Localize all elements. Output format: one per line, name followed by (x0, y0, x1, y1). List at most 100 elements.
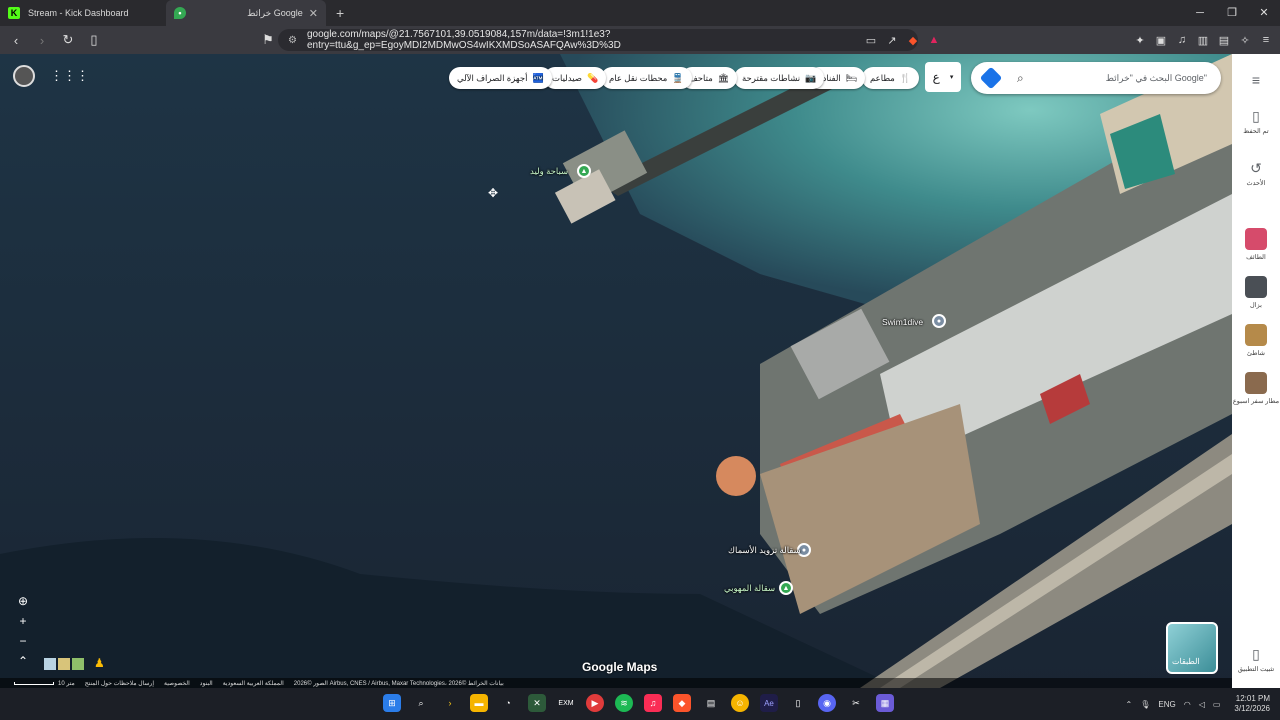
start-icon[interactable]: ⊞ (383, 694, 401, 712)
windows-taskbar: ⊞ ⌕ › ▬ ◔ ✕ EXM ▶ ≋ ♫ ◆ ▤ ☺ Ae ▯ ◉ ✂ ▦ ⌃… (0, 688, 1280, 720)
chip-atms[interactable]: أجهزة الصراف الآلي 🏧 (449, 67, 552, 89)
language-selector[interactable]: ع ▾ (925, 62, 961, 92)
recent-place-2[interactable]: بزال (1232, 276, 1280, 309)
emoji-app-icon[interactable]: ☺ (731, 694, 749, 712)
place-label[interactable]: سباحة وليد (530, 166, 568, 177)
leo-ai-icon[interactable]: ✧ (1239, 34, 1251, 47)
language-indicator[interactable]: ENG (1158, 700, 1175, 709)
menu-button[interactable]: ≡ (1232, 72, 1280, 90)
traffic-thumb[interactable] (58, 658, 70, 670)
menu-icon[interactable]: ≡ (1260, 34, 1272, 46)
region-link[interactable]: المملكة العربية السعودية (223, 680, 284, 687)
chip-transit[interactable]: محطات نقل عام 🚆 (601, 67, 692, 89)
discord-icon[interactable]: ◉ (818, 694, 836, 712)
forward-button[interactable]: › (32, 33, 52, 48)
recent-place-3[interactable]: شاطئ (1232, 324, 1280, 357)
maps-search-box[interactable]: ⌕ البحث في "خرائط Google" (971, 62, 1221, 94)
sidebar-toggle-button[interactable]: ▯ (84, 32, 104, 48)
volume-icon[interactable]: ◁ (1199, 700, 1205, 709)
search-icon[interactable]: ⌕ (412, 694, 430, 712)
capcut-icon[interactable]: ✂ (847, 694, 865, 712)
music-icon[interactable]: ♫ (1176, 34, 1188, 46)
terms-link[interactable]: البنود (200, 680, 213, 687)
reload-button[interactable]: ↻ (58, 32, 78, 48)
brave-rewards-icon[interactable]: ▲ (928, 34, 940, 46)
wallet-crypto-icon[interactable]: ▤ (1218, 34, 1230, 47)
photos-icon[interactable]: ▦ (876, 694, 894, 712)
chevron-up-icon[interactable]: ⌃ (1126, 700, 1133, 709)
brave-shields-icon[interactable]: ◆ (907, 34, 919, 47)
tab-kick-dashboard[interactable]: K Stream - Kick Dashboard (0, 0, 160, 26)
exm-icon[interactable]: EXM (557, 694, 575, 712)
feedback-link[interactable]: إرسال ملاحظات حول المنتج (85, 680, 154, 687)
xbox-icon[interactable]: ✕ (528, 694, 546, 712)
atm-icon: 🏧 (532, 72, 544, 83)
directions-icon[interactable] (979, 66, 1003, 90)
recent-place-1[interactable]: الطائف (1232, 228, 1280, 261)
recent-place-4[interactable]: مطار سفر اسبوع (1232, 372, 1280, 405)
brave-browser-icon[interactable]: ◆ (673, 694, 691, 712)
chip-pharmacies[interactable]: صيدليات 💊 (544, 67, 607, 89)
my-location-icon[interactable]: ⊕ (18, 594, 28, 608)
maximize-button[interactable]: ❐ (1216, 0, 1248, 26)
file-explorer-icon[interactable]: ▬ (470, 694, 488, 712)
expand-icon[interactable]: ⌃ (18, 654, 28, 668)
pegman-icon[interactable]: ♟ (94, 656, 105, 670)
layer-thumbnails[interactable] (44, 658, 84, 670)
clock[interactable]: 12:01 PM 3/12/2026 (1234, 694, 1270, 714)
sidebar-icon[interactable]: ▥ (1197, 34, 1209, 47)
layers-button[interactable] (1166, 622, 1218, 674)
bookmark-icon[interactable]: ⚑ (258, 32, 278, 48)
wifi-icon[interactable]: ◠ (1184, 700, 1191, 709)
scale-bar[interactable]: 10 متر (14, 680, 75, 687)
apps-grid-icon[interactable]: ⋮⋮⋮ (50, 68, 89, 84)
apple-music-icon[interactable]: ♫ (644, 694, 662, 712)
place-pin-icon[interactable]: ▲ (779, 581, 793, 595)
microphone-icon[interactable]: 🎙 (1140, 700, 1150, 709)
search-input[interactable]: البحث في "خرائط Google" (1106, 73, 1207, 84)
share-icon[interactable]: ↗ (886, 34, 898, 47)
minimize-button[interactable]: ─ (1184, 0, 1216, 26)
transit-thumb[interactable] (72, 658, 84, 670)
new-tab-button[interactable]: + (336, 5, 344, 21)
place-label[interactable]: سقالة المهوبي (724, 583, 775, 594)
close-tab-icon[interactable]: ✕ (309, 7, 318, 20)
spotify-icon[interactable]: ≋ (615, 694, 633, 712)
recents-button[interactable]: ↺ الأحدث (1232, 160, 1280, 187)
after-effects-icon[interactable]: Ae (760, 694, 778, 712)
notepad-icon[interactable]: ▯ (789, 694, 807, 712)
terminal-icon[interactable]: › (441, 694, 459, 712)
extensions-icon[interactable]: ✦ (1134, 34, 1146, 47)
chip-restaurants[interactable]: مطاعم 🍴 (862, 67, 920, 89)
satellite-map[interactable]: ⋮⋮⋮ ▲ سباحة وليد ● Swim1dive ● سقالة تزو… (0, 54, 1232, 688)
avatar[interactable] (13, 65, 35, 87)
media-player-icon[interactable]: ▶ (586, 694, 604, 712)
bookmark-icon: ▯ (1252, 108, 1260, 124)
maps-side-panel: ≡ ▯ تم الحفظ ↺ الأحدث الطائف بزال شاطئ مطا… (1232, 54, 1280, 688)
search-icon[interactable]: ⌕ (1017, 71, 1024, 86)
chip-things-to-do[interactable]: نشاطات مقترحة 📷 (734, 67, 825, 89)
install-app-button[interactable]: ▯ تثبيت التطبيق (1232, 646, 1280, 673)
wallet-icon[interactable]: ▣ (1155, 34, 1167, 47)
place-label[interactable]: Swim1dive (882, 317, 923, 327)
media-icon[interactable]: ▤ (702, 694, 720, 712)
saved-button[interactable]: ▯ تم الحفظ (1232, 108, 1280, 135)
privacy-link[interactable]: الخصوصية (164, 680, 190, 687)
place-thumbnail (1245, 228, 1267, 250)
terrain-thumb[interactable] (44, 658, 56, 670)
zoom-out-button[interactable]: − (19, 634, 26, 648)
close-window-button[interactable]: ✕ (1248, 0, 1280, 26)
bed-icon: 🛏 (845, 72, 858, 83)
cast-icon[interactable]: ▭ (865, 34, 877, 47)
zoom-in-button[interactable]: + (19, 614, 26, 628)
battery-icon[interactable]: ▭ (1213, 700, 1221, 709)
place-pin-icon[interactable]: ▲ (577, 164, 591, 178)
place-label[interactable]: سقالة تزويد الأسماك (728, 545, 801, 556)
site-settings-icon[interactable]: ⚙ (288, 35, 297, 46)
place-pin-icon[interactable]: ● (932, 314, 946, 328)
address-bar[interactable]: ⚙ google.com/maps/@21.7567101,39.0519084… (278, 29, 918, 51)
url-text: google.com/maps/@21.7567101,39.0519084,1… (306, 29, 621, 51)
clock-app-icon[interactable]: ◔ (499, 694, 517, 712)
back-button[interactable]: ‹ (6, 33, 26, 48)
tab-google-maps[interactable]: • خرائط Google ✕ (166, 0, 326, 26)
